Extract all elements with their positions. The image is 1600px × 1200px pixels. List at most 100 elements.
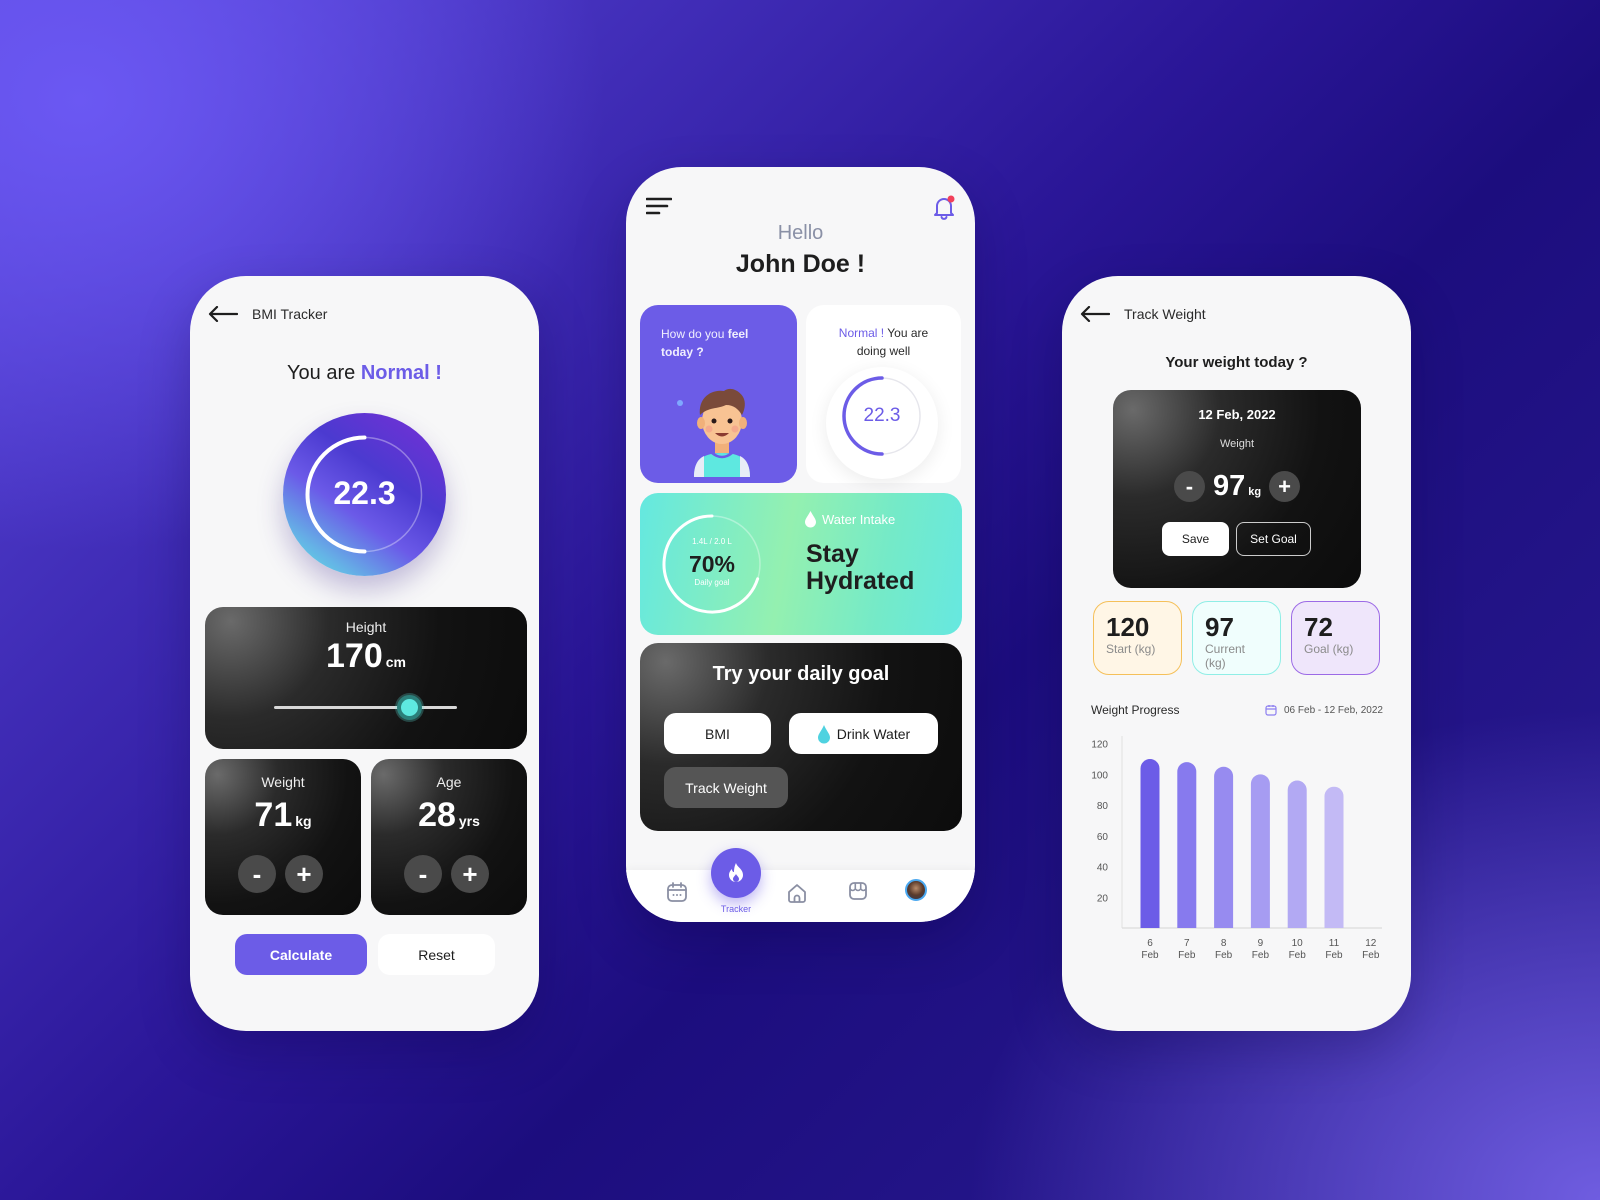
store-icon[interactable] [847,880,869,902]
bmi-status-heading: You are Normal ! [190,362,539,385]
height-slider-thumb[interactable] [396,695,422,720]
y-tick-label: 80 [1097,801,1109,812]
bar [1250,774,1270,928]
current-weight-card: 97 Current (kg) [1192,601,1281,675]
x-tick-label: 10 [1292,938,1304,949]
weight-unit: kg [295,813,312,829]
bmi-mini-value: 22.3 [863,405,901,426]
status-prefix: You are [287,362,356,384]
goal-weight-value: 72 [1304,612,1333,642]
water-amount: 1.4L / 2.0 L [692,537,732,546]
height-unit: cm [385,654,406,670]
save-button[interactable]: Save [1162,522,1229,556]
bmi-topbar: BMI Tracker [208,306,327,322]
track-weight-screen: Track Weight Your weight today ? 12 Feb,… [1062,276,1411,1031]
height-slider[interactable] [274,695,457,720]
y-tick-label: 100 [1091,770,1108,781]
calculate-button[interactable]: Calculate [235,934,367,975]
user-name: John Doe ! [735,250,866,278]
bmi-mini-gauge: 22.3 [826,367,938,479]
mood-card[interactable]: How do you feel today ? [640,305,797,483]
weight-label: Weight [261,774,305,790]
water-intake-card[interactable]: 1.4L / 2.0 L 70% Daily goal Water Intake… [640,493,962,635]
weight-decrement-button[interactable]: - [238,855,276,893]
goal-track-weight-button[interactable]: Track Weight [664,767,788,808]
height-label: Height [345,619,387,635]
goal-drink-water-button[interactable]: Drink Water [789,713,938,754]
weight-entry-card: 12 Feb, 2022 Weight - 97 kg + Save Set Go… [1113,390,1361,588]
water-label-row: Water Intake [804,510,895,528]
reset-button[interactable]: Reset [378,934,495,975]
age-increment-button[interactable]: + [451,855,489,893]
age-value-row: 28 yrs [371,796,527,835]
notification-bell-icon[interactable] [932,195,956,221]
daily-goal-card: Try your daily goal BMI Drink Water Trac… [640,643,962,831]
calendar-icon[interactable] [666,881,688,903]
bar [1324,786,1344,928]
start-weight-card: 120 Start (kg) [1093,601,1182,675]
bar [1177,762,1197,928]
age-unit: yrs [458,813,480,829]
bmi-summary-text: Normal ! You are doing well [838,326,929,358]
x-tick-label: Feb [1215,950,1233,961]
tracker-nav-button[interactable] [711,848,761,898]
y-tick-label: 60 [1097,832,1109,843]
x-tick-label: Feb [1289,950,1307,961]
weight-increment-button[interactable]: + [285,855,323,893]
weight-question: Your weight today ? [1165,354,1308,371]
back-arrow-icon[interactable] [208,306,238,322]
entry-decrement-button[interactable]: - [1173,471,1205,502]
profile-avatar[interactable] [905,879,927,901]
flame-icon [729,863,743,882]
entry-weight-label: Weight [1219,438,1255,450]
tracker-nav-label[interactable]: Tracker [711,904,761,914]
x-tick-label: 8 [1221,938,1227,949]
date-range-picker[interactable]: 06 Feb - 12 Feb, 2022 [1265,704,1383,716]
set-goal-button[interactable]: Set Goal [1236,522,1311,556]
height-card: Height 170 cm [205,607,527,749]
weight-progress-chart: 204060801001206Feb7Feb8Feb9Feb10Feb11Feb… [1091,736,1382,961]
water-drop-icon [817,724,830,743]
entry-date: 12 Feb, 2022 [1198,407,1276,422]
x-tick-label: 9 [1258,938,1264,949]
age-decrement-button[interactable]: - [404,855,442,893]
x-tick-label: Feb [1141,950,1159,961]
age-stepper: - + [404,855,489,893]
home-icon[interactable] [786,882,808,904]
x-tick-label: Feb [1252,950,1270,961]
bottom-nav [626,870,975,922]
goal-bmi-button[interactable]: BMI [664,713,771,754]
height-value-row: 170 cm [205,637,527,676]
x-tick-label: 12 [1365,938,1377,949]
age-value: 28 [418,796,456,834]
age-card: Age 28 yrs - + [371,759,527,915]
y-tick-label: 20 [1097,893,1109,904]
entry-weight-row: - 97 kg + [1113,470,1361,503]
water-headline: Stay Hydrated [806,540,915,595]
avatar-illustration [677,388,750,477]
mood-prompt: How do you feel today ? [661,327,749,359]
bar [1287,780,1307,928]
current-weight-label: Current (kg) [1205,642,1246,670]
progress-title: Weight Progress [1091,703,1180,717]
weight-stepper: - + [238,855,323,893]
water-progress-ring: 1.4L / 2.0 L 70% Daily goal [661,513,763,615]
bar [1140,759,1160,928]
bmi-summary-card[interactable]: Normal ! You are doing well 22.3 [806,305,961,483]
entry-increment-button[interactable]: + [1269,471,1301,502]
status-value: Normal ! [360,362,442,384]
home-screen: Hello John Doe ! How do you feeltoday ? [626,167,975,922]
start-weight-label: Start (kg) [1106,642,1156,656]
screen-title: Track Weight [1124,306,1206,322]
bar [1214,766,1234,928]
goal-weight-label: Goal (kg) [1304,642,1354,656]
back-arrow-icon[interactable] [1080,306,1110,322]
bmi-tracker-screen: BMI Tracker You are Normal ! 22.3 Height… [190,276,539,1031]
menu-icon[interactable] [646,197,672,215]
age-label: Age [436,774,462,790]
screen-title: BMI Tracker [252,306,328,322]
y-tick-label: 40 [1097,863,1109,874]
height-value: 170 [326,637,383,675]
goal-weight-card: 72 Goal (kg) [1291,601,1380,675]
water-drop-icon [805,511,816,528]
